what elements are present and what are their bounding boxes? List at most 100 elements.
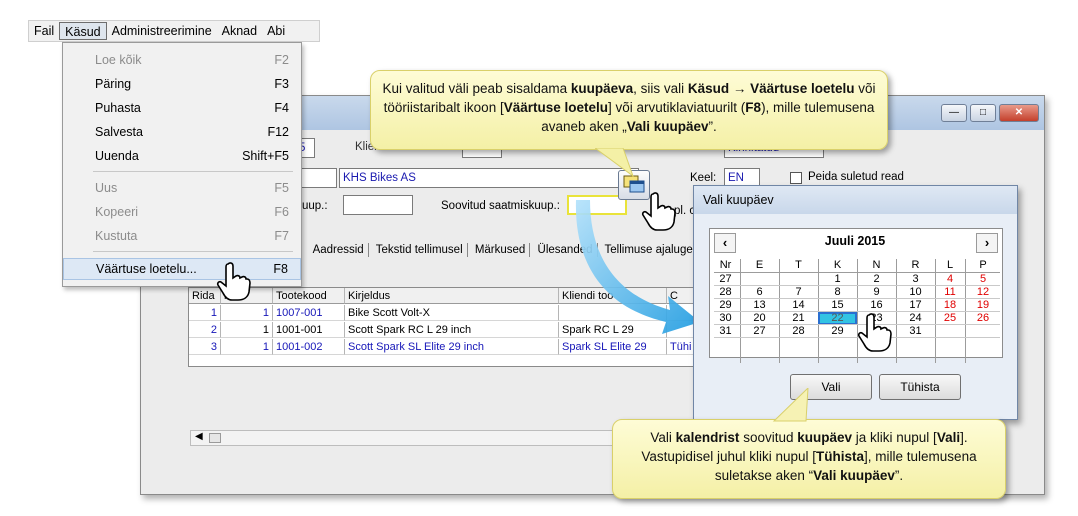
language-label: Keel: [690, 172, 717, 184]
table-cell[interactable]: 2 [189, 322, 221, 338]
recommended-date-label: Soovitud saatmiskuup.: [441, 200, 560, 212]
pointer-arrow-icon [575, 200, 700, 334]
callout-bold: Vali kuupäev [813, 468, 895, 483]
table-cell[interactable]: 1007-001 [273, 305, 345, 321]
hand-cursor-icon [641, 192, 676, 231]
table-cell[interactable]: Bike Scott Volt-X [345, 305, 559, 321]
tab-order-texts[interactable]: Tekstid tellimusel [376, 244, 463, 256]
menu-item-label: Uus [95, 181, 118, 195]
callout-text: , siis vali [633, 81, 688, 96]
maximize-button[interactable]: □ [970, 104, 996, 122]
callout-bold: kalendrist [675, 430, 740, 445]
menu-abi[interactable]: Abi [262, 22, 290, 40]
menu-item-label: Päring [95, 77, 132, 91]
menu-item-shortcut: F2 [274, 53, 289, 67]
menu-item-shortcut: F6 [274, 205, 289, 219]
minimize-button[interactable]: — [941, 104, 967, 122]
hand-cursor-icon [857, 313, 892, 352]
callout-bold: F8 [745, 100, 762, 115]
hide-closed-label: Peida suletud read [808, 171, 904, 183]
callout-text: Kui valitud väli peab sisaldama [382, 81, 571, 96]
menu-item-uuenda[interactable]: Uuenda Shift+F5 [63, 145, 301, 167]
callout-bold: kuupäev [797, 430, 853, 445]
callout-bold: Väärtuse loetelu [503, 100, 608, 115]
callout-text: ja kliki nupul [ [852, 430, 937, 445]
menu-item-paring[interactable]: Päring F3 [63, 73, 301, 95]
table-cell[interactable]: 1001-002 [273, 339, 345, 355]
calendar: ‹ Juuli 2015 › Nr E T K N R L P 27 1 2 3 4 5 28 6 7 8 9 10 1… [709, 228, 1003, 363]
menu-administreerimine[interactable]: Administreerimine [107, 22, 217, 40]
menu-item-shortcut: F12 [267, 125, 289, 139]
menu-item-label: Loe kõik [95, 53, 142, 67]
dialog-title: Vali kuupäev [694, 186, 1017, 214]
callout-bold: Vali kuupäev [626, 119, 709, 134]
col-header-tootekood[interactable]: Tootekood [273, 288, 345, 304]
scroll-left-icon[interactable]: ◀ [195, 431, 203, 442]
menu-item-shortcut: F3 [274, 77, 289, 91]
menu-item-label: Uuenda [95, 149, 139, 163]
callout-text: ”. [708, 119, 717, 134]
menu-item-uus[interactable]: Uus F5 [63, 177, 301, 199]
menu-item-kopeeri[interactable]: Kopeeri F6 [63, 201, 301, 223]
tuhista-button[interactable]: Tühista [879, 374, 961, 400]
callout-top: Kui valitud väli peab sisaldama kuupäeva… [370, 70, 888, 150]
menu-item-label: Kustuta [95, 229, 138, 243]
weekday-header: T [795, 259, 802, 271]
menu-kasud[interactable]: Käsud [59, 22, 107, 40]
tab-notes[interactable]: Märkused [475, 244, 526, 256]
table-cell[interactable]: Scott Spark RC L 29 inch [345, 322, 559, 338]
delivery-date-field[interactable] [343, 195, 413, 215]
callout-bold: Vali [936, 430, 961, 445]
weekday-header: N [872, 259, 881, 271]
prev-month-button[interactable]: ‹ [714, 233, 736, 253]
tab-addresses[interactable]: Aadressid [313, 244, 364, 256]
menu-item-kustuta[interactable]: Kustuta F7 [63, 225, 301, 247]
hand-cursor-icon [216, 262, 251, 301]
menu-item-shortcut: F8 [273, 262, 288, 276]
menubar: Fail Käsud Administreerimine Aknad Abi [28, 20, 320, 42]
callout-pointer-icon [595, 148, 635, 178]
table-cell[interactable]: 1001-001 [273, 322, 345, 338]
menu-item-salvesta[interactable]: Salvesta F12 [63, 121, 301, 143]
weekday-header: L [946, 259, 954, 271]
scrollbar-thumb[interactable] [209, 433, 221, 443]
callout-text: soovitud [739, 430, 798, 445]
menu-item-label: Kopeeri [95, 205, 139, 219]
next-month-button[interactable]: › [976, 233, 998, 253]
menu-item-shortcut: F4 [274, 101, 289, 115]
table-cell[interactable]: 1 [221, 322, 273, 338]
table-cell[interactable]: Spark SL Elite 29 [559, 339, 667, 355]
callout-text: Vali [650, 430, 676, 445]
weekday-header: R [911, 259, 920, 271]
hide-closed-checkbox[interactable] [790, 172, 802, 184]
callout-bottom: Vali kalendrist soovitud kuupäev ja klik… [612, 419, 1006, 499]
table-cell[interactable]: 1 [221, 339, 273, 355]
menu-item-shortcut: Shift+F5 [242, 149, 289, 163]
menu-item-shortcut: F7 [274, 229, 289, 243]
col-header-kirjeldus[interactable]: Kirjeldus [345, 288, 559, 304]
weekday-header: P [979, 259, 987, 271]
close-button[interactable]: ✕ [999, 104, 1039, 122]
kasud-dropdown-menu: Loe kõik F2 Päring F3 Puhasta F4 Salvesta F1… [62, 42, 302, 287]
callout-bold: Käsud → Väärtuse loetelu [687, 81, 855, 96]
callout-text: ] või arvutiklaviatuurilt ( [608, 100, 746, 115]
table-cell[interactable]: 1 [221, 305, 273, 321]
weekday-header: E [755, 259, 764, 271]
calendar-month-title: Juuli 2015 [824, 234, 886, 248]
table-cell[interactable]: 1 [189, 305, 221, 321]
menu-aknad[interactable]: Aknad [217, 22, 262, 40]
menu-item-shortcut: F5 [274, 181, 289, 195]
menu-fail[interactable]: Fail [29, 22, 59, 40]
client-name-field[interactable]: KHS Bikes AS [339, 168, 639, 188]
menu-item-puhasta[interactable]: Puhasta F4 [63, 97, 301, 119]
callout-bold: kuupäeva [570, 81, 634, 96]
date-picker-dialog: Vali kuupäev ‹ Juuli 2015 › Nr E T K N R L P 27 1… [693, 185, 1018, 420]
table-cell[interactable]: 3 [189, 339, 221, 355]
delivery-date-label: uup.: [302, 200, 328, 212]
menu-item-loe-koik[interactable]: Loe kõik F2 [63, 49, 301, 71]
menu-item-label: Puhasta [95, 101, 141, 115]
table-cell[interactable]: Scott Spark SL Elite 29 inch [345, 339, 559, 355]
weekday-header: K [833, 259, 842, 271]
menu-item-label: Salvesta [95, 125, 143, 139]
menu-item-vaartuse-loetelu[interactable]: Väärtuse loetelu... F8 [63, 258, 301, 280]
